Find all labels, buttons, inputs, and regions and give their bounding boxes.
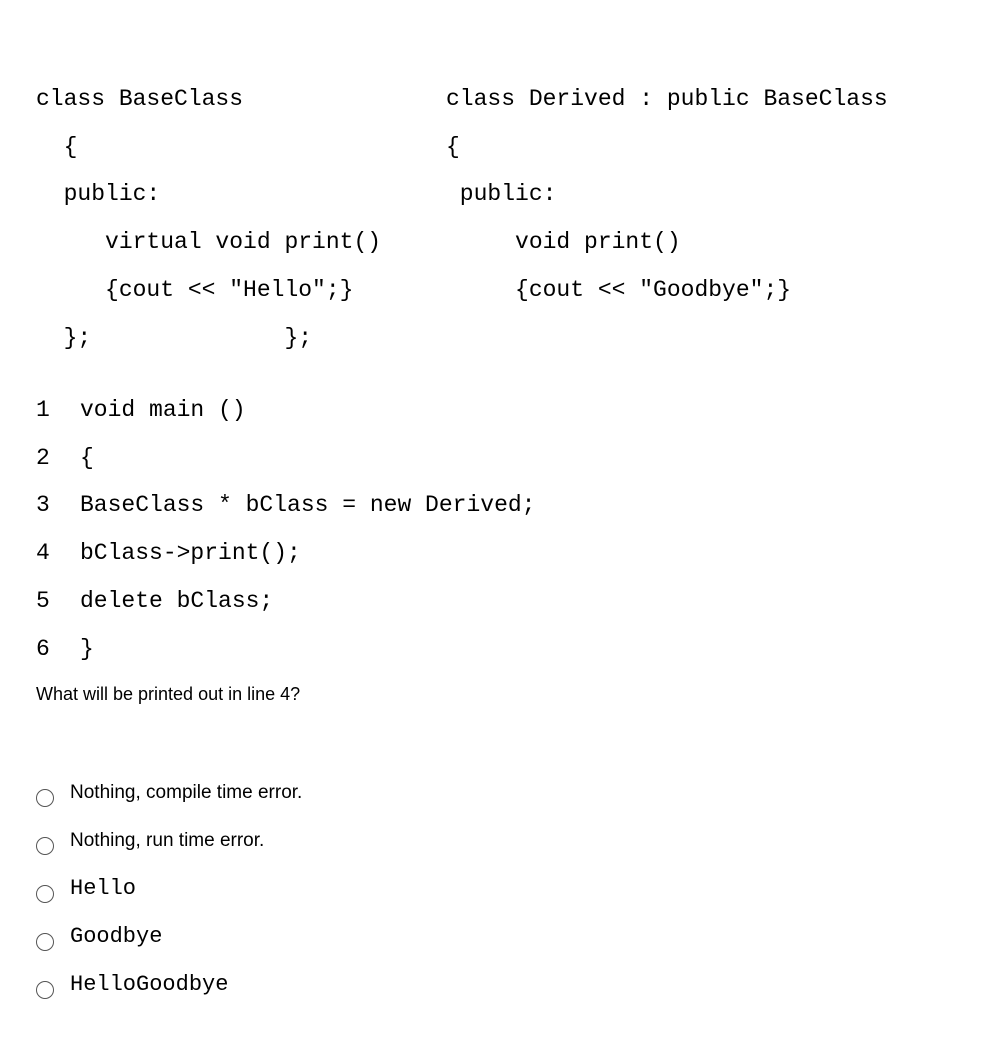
answer-options: Nothing, compile time error. Nothing, ru… <box>36 781 957 1005</box>
code-row: 3 BaseClass * bClass = new Derived; <box>36 482 957 530</box>
line-number: 6 <box>36 626 80 674</box>
option-5[interactable]: HelloGoodbye <box>36 973 957 1005</box>
code-line: { <box>446 134 460 160</box>
code-line: class BaseClass <box>36 86 243 112</box>
question-prompt: What will be printed out in line 4? <box>36 684 957 705</box>
code-line: }; }; <box>36 325 312 351</box>
code-row: 1 void main () <box>36 387 957 435</box>
code-line: class Derived : public BaseClass <box>446 86 888 112</box>
code-row: 6 } <box>36 626 957 674</box>
code-line: public: <box>446 181 556 207</box>
line-number: 2 <box>36 435 80 483</box>
code-text: BaseClass * bClass = new Derived; <box>80 482 535 530</box>
radio-icon[interactable] <box>36 933 54 951</box>
option-3[interactable]: Hello <box>36 877 957 909</box>
code-line: {cout << "Hello";} <box>36 277 353 303</box>
base-class-code: class BaseClass { public: virtual void p… <box>36 28 446 363</box>
main-function-code: 1 void main () 2 { 3 BaseClass * bClass … <box>36 387 957 674</box>
option-label: Goodbye <box>70 924 162 949</box>
derived-class-code: class Derived : public BaseClass { publi… <box>446 28 957 363</box>
code-text: } <box>80 626 94 674</box>
code-row: 4 bClass->print(); <box>36 530 957 578</box>
code-row: 5 delete bClass; <box>36 578 957 626</box>
code-text: delete bClass; <box>80 578 273 626</box>
code-text: { <box>80 435 94 483</box>
code-line: public: <box>36 181 160 207</box>
code-class-definitions: class BaseClass { public: virtual void p… <box>36 28 957 363</box>
radio-icon[interactable] <box>36 789 54 807</box>
line-number: 4 <box>36 530 80 578</box>
radio-icon[interactable] <box>36 885 54 903</box>
line-number: 3 <box>36 482 80 530</box>
option-label: Nothing, compile time error. <box>70 782 302 803</box>
code-row: 2 { <box>36 435 957 483</box>
line-number: 5 <box>36 578 80 626</box>
radio-icon[interactable] <box>36 837 54 855</box>
option-label: Hello <box>70 876 136 901</box>
option-label: Nothing, run time error. <box>70 830 264 851</box>
code-line: { <box>36 134 77 160</box>
code-line: {cout << "Goodbye";} <box>446 277 791 303</box>
code-line: virtual void print() <box>36 229 381 255</box>
option-4[interactable]: Goodbye <box>36 925 957 957</box>
radio-icon[interactable] <box>36 981 54 999</box>
code-text: bClass->print(); <box>80 530 301 578</box>
line-number: 1 <box>36 387 80 435</box>
option-label: HelloGoodbye <box>70 972 228 997</box>
option-2[interactable]: Nothing, run time error. <box>36 829 957 861</box>
code-line: void print() <box>446 229 681 255</box>
code-text: void main () <box>80 387 246 435</box>
option-1[interactable]: Nothing, compile time error. <box>36 781 957 813</box>
